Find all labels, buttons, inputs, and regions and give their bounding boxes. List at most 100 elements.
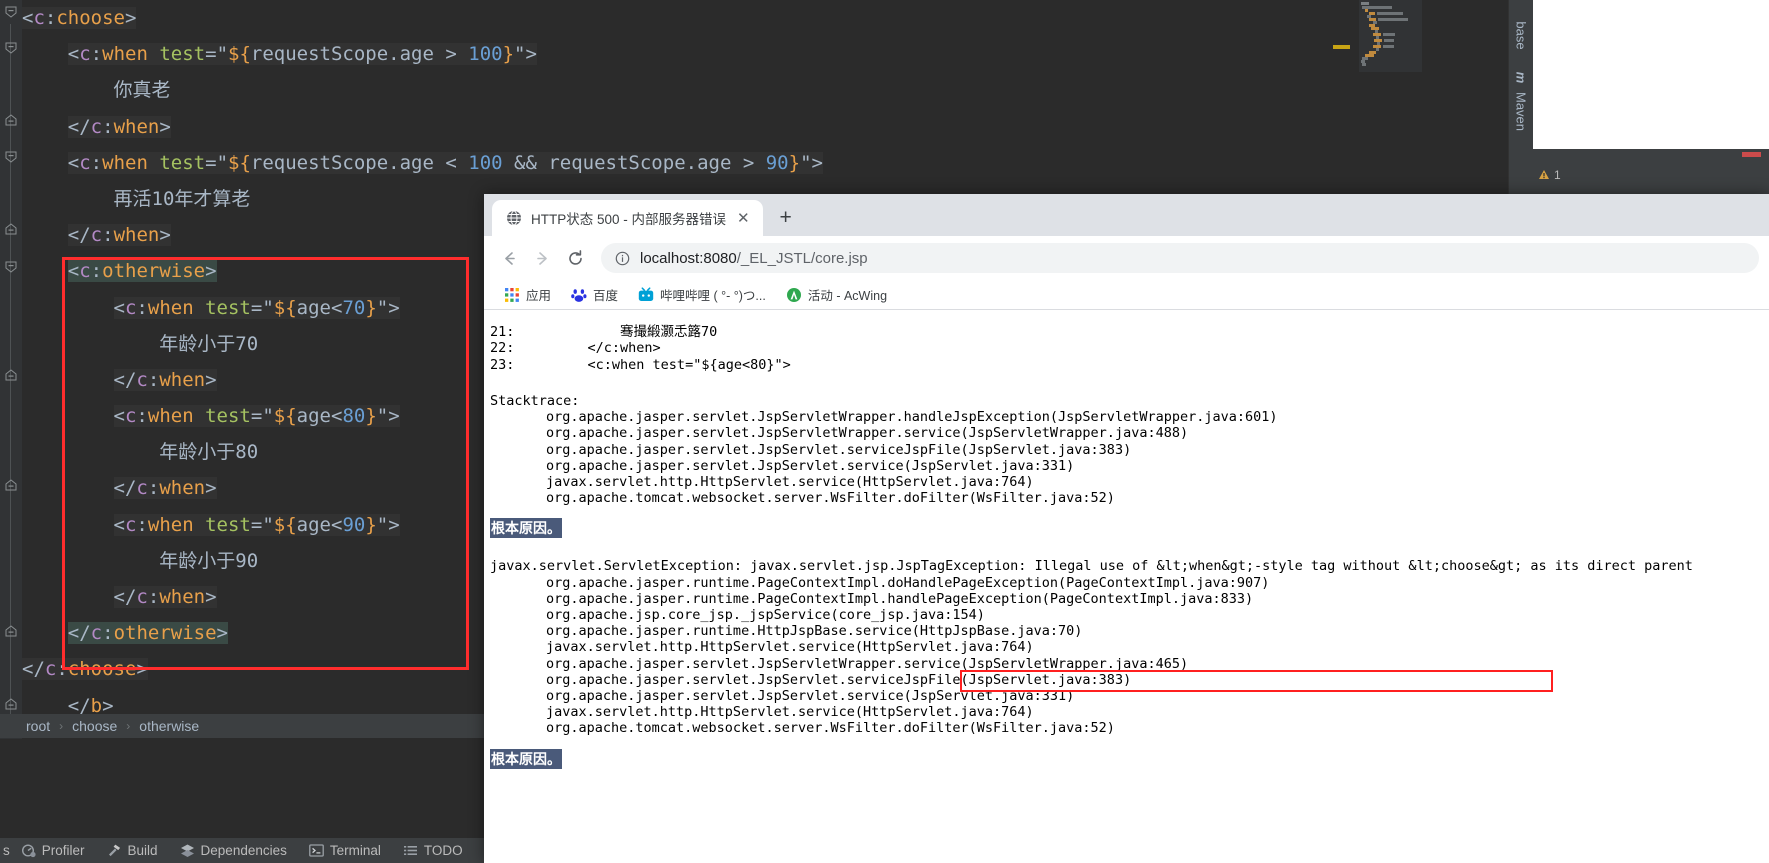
fold-marker-collapse[interactable] bbox=[4, 41, 18, 55]
code-token: choose bbox=[67, 658, 137, 681]
code-token: requestScope.age bbox=[250, 43, 434, 66]
code-token: otherwise bbox=[102, 260, 206, 283]
code-token: when bbox=[102, 151, 148, 174]
minimap-row bbox=[1377, 12, 1403, 15]
bookmark-bilibili[interactable]: 哔哩哔哩 ( °- °)つ... bbox=[630, 282, 774, 307]
minimap-row bbox=[1376, 48, 1379, 51]
code-line[interactable]: <c:when test="${requestScope.age > 100}"… bbox=[22, 36, 823, 72]
url-path: /_EL_JSTL/core.jsp bbox=[736, 249, 868, 267]
code-token: < bbox=[330, 513, 343, 536]
address-bar[interactable]: localhost:8080/_EL_JSTL/core.jsp bbox=[601, 243, 1759, 273]
screenshot-root: 1 <c:choose> <c:when test="${requestScop… bbox=[0, 0, 1769, 863]
fold-marker-collapse[interactable] bbox=[4, 5, 18, 19]
code-token: when bbox=[113, 224, 160, 247]
code-line[interactable]: 你真老 bbox=[22, 72, 823, 108]
toolbar-item-terminal[interactable]: Terminal bbox=[298, 838, 392, 863]
toolbar-item-profiler[interactable]: Profiler bbox=[10, 838, 96, 863]
browser-tab[interactable]: HTTP状态 500 - 内部服务器错误 ✕ bbox=[492, 200, 763, 236]
code-token: < bbox=[67, 43, 80, 66]
bookmark-apps[interactable]: 应用 bbox=[496, 282, 559, 307]
bookmarks-bar[interactable]: 应用 百度 哔哩哔哩 ( °- °)つ... 活动 - AcWing bbox=[484, 280, 1769, 310]
code-token: ${ bbox=[273, 405, 297, 428]
minimap-row bbox=[1383, 45, 1394, 48]
code-line[interactable]: <c:when test="${requestScope.age < 100 &… bbox=[22, 145, 823, 181]
stacktrace-line: org.apache.tomcat.websocket.server.WsFil… bbox=[546, 490, 1115, 507]
breadcrumb-item-otherwise[interactable]: otherwise bbox=[139, 718, 199, 734]
toolbar-item-todo[interactable]: TODO bbox=[392, 838, 474, 863]
code-token: " bbox=[262, 405, 274, 428]
code-token: c bbox=[90, 115, 103, 138]
code-token: : bbox=[90, 260, 103, 283]
fold-marker-collapse[interactable] bbox=[4, 260, 18, 274]
toolbar-item-dependencies[interactable]: Dependencies bbox=[169, 838, 298, 863]
code-token: > bbox=[388, 405, 400, 428]
code-token: when bbox=[113, 115, 160, 138]
bookmark-baidu[interactable]: 百度 bbox=[563, 282, 626, 307]
code-token: </ bbox=[67, 224, 91, 247]
code-tokens: <c:when test="${age<80}"> bbox=[113, 405, 400, 428]
code-token: > bbox=[159, 115, 171, 138]
warning-triangle-icon bbox=[1539, 170, 1549, 179]
fold-marker-expand[interactable] bbox=[4, 479, 18, 493]
code-token: > bbox=[205, 586, 217, 608]
code-token: age bbox=[296, 405, 331, 428]
code-token: </ bbox=[67, 115, 91, 138]
code-token: " bbox=[262, 513, 274, 536]
stacktrace-line: javax.servlet.http.HttpServlet.service(H… bbox=[546, 473, 1034, 490]
editor-gutter[interactable] bbox=[0, 0, 22, 739]
chrome-browser-window[interactable]: HTTP状态 500 - 内部服务器错误 ✕ + localhost:8080/… bbox=[484, 194, 1769, 863]
close-icon[interactable]: ✕ bbox=[735, 211, 752, 226]
code-tokens: </c:when> bbox=[67, 224, 171, 247]
code-token: = bbox=[205, 43, 217, 66]
fold-marker-expand[interactable] bbox=[4, 223, 18, 237]
code-token: c bbox=[136, 586, 148, 608]
code-token: } bbox=[365, 405, 377, 428]
globe-icon bbox=[506, 210, 522, 226]
code-token: ${ bbox=[273, 513, 297, 536]
code-token: : bbox=[102, 622, 114, 645]
reload-button[interactable] bbox=[560, 243, 590, 273]
code-line[interactable]: <c:choose> bbox=[22, 0, 823, 36]
forward-button[interactable] bbox=[527, 243, 557, 273]
code-token: : bbox=[136, 296, 148, 319]
stacktrace-heading: Stacktrace: bbox=[490, 392, 580, 409]
code-tokens: 年龄小于80 bbox=[159, 441, 258, 463]
warning-indicator[interactable]: 1 bbox=[1538, 168, 1561, 182]
exception-prefix: javax.servlet.ServletException: javax.se… bbox=[490, 558, 1035, 575]
toolbar-item-build[interactable]: Build bbox=[96, 838, 169, 863]
database-tool-tab[interactable]: base bbox=[1514, 21, 1529, 49]
code-tokens: <c:when test="${requestScope.age > 100}"… bbox=[67, 43, 537, 66]
fold-marker-expand[interactable] bbox=[4, 625, 18, 639]
editor-minimap[interactable] bbox=[1359, 0, 1422, 72]
source-line: 23: <c:when test="${age<80}"> bbox=[490, 356, 791, 373]
browser-navigation-bar[interactable]: localhost:8080/_EL_JSTL/core.jsp bbox=[484, 236, 1769, 280]
code-line[interactable]: </c:when> bbox=[22, 109, 823, 145]
code-token: when bbox=[147, 513, 194, 536]
back-button[interactable] bbox=[494, 243, 524, 273]
code-token: when bbox=[147, 405, 194, 428]
maven-tool-tab[interactable]: Maven bbox=[1514, 92, 1529, 131]
info-circle-icon[interactable] bbox=[615, 251, 630, 266]
breadcrumb-item-root[interactable]: root bbox=[26, 718, 50, 734]
breadcrumb-separator-icon: › bbox=[126, 719, 131, 733]
code-token: age bbox=[296, 513, 331, 536]
fold-marker-collapse[interactable] bbox=[4, 150, 18, 164]
fold-marker-expand[interactable] bbox=[4, 698, 18, 712]
browser-tab-strip[interactable]: HTTP状态 500 - 内部服务器错误 ✕ + bbox=[484, 194, 1769, 236]
bookmark-acwing[interactable]: 活动 - AcWing bbox=[778, 282, 895, 307]
code-token: 90 bbox=[765, 151, 789, 174]
breadcrumb-item-choose[interactable]: choose bbox=[72, 718, 117, 734]
new-tab-button[interactable]: + bbox=[771, 203, 801, 233]
code-token: " bbox=[216, 151, 229, 174]
code-token: when bbox=[147, 296, 194, 319]
code-token: c bbox=[79, 260, 91, 283]
fold-marker-expand[interactable] bbox=[4, 369, 18, 383]
fold-marker-expand[interactable] bbox=[4, 114, 18, 128]
code-token: </ bbox=[113, 368, 137, 391]
